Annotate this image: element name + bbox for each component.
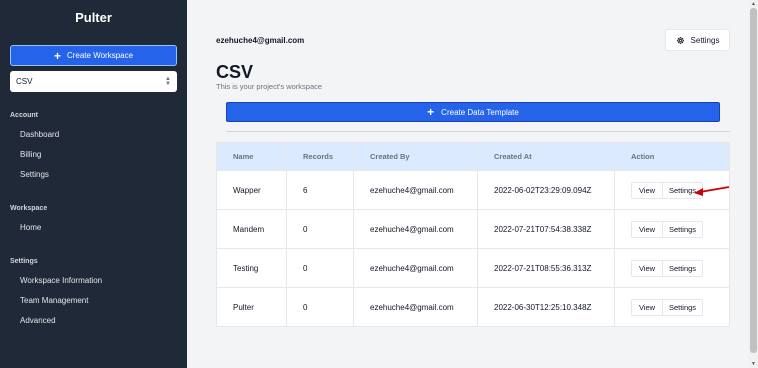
create-workspace-button[interactable]: + Create Workspace [10, 45, 177, 66]
view-button[interactable]: View [631, 298, 663, 316]
cell-created-by: ezehuche4@gmail.com [353, 170, 478, 210]
table-header-row: Name Records Created By Created At Actio… [216, 142, 730, 171]
column-header-name: Name [216, 142, 287, 171]
select-updown-icon: ▲ ▼ [165, 75, 171, 87]
cell-created-by: ezehuche4@gmail.com [353, 248, 478, 288]
view-button[interactable]: View [631, 181, 663, 199]
scroll-up-icon[interactable]: ▲ [749, 0, 758, 8]
row-settings-button[interactable]: Settings [663, 220, 703, 238]
column-header-action: Action [614, 142, 730, 171]
user-email: ezehuche4@gmail.com [216, 36, 305, 45]
annotation-arrow-icon [694, 186, 730, 196]
row-settings-button[interactable]: Settings [663, 259, 703, 277]
page-title: CSV [216, 62, 254, 82]
column-header-created-by: Created By [353, 142, 478, 171]
sidebar-item-dashboard[interactable]: Dashboard [20, 130, 59, 139]
create-data-template-label: Create Data Template [441, 107, 519, 117]
cell-created-at: 2022-06-02T23:29:09.094Z [477, 170, 615, 210]
gear-icon [676, 36, 684, 44]
row-settings-button[interactable]: Settings [663, 298, 703, 316]
cell-name: Testing [216, 248, 287, 288]
cell-name: Wapper [216, 170, 287, 210]
settings-button[interactable]: Settings [665, 29, 730, 51]
column-header-created-at: Created At [477, 142, 615, 171]
settings-button-label: Settings [690, 35, 720, 45]
cell-name: Mandem [216, 209, 287, 249]
sidebar-item-team-management[interactable]: Team Management [20, 296, 88, 305]
sidebar-item-billing[interactable]: Billing [20, 150, 41, 159]
view-button[interactable]: View [631, 220, 663, 238]
cell-name: Pulter [216, 287, 287, 327]
workspace-select[interactable]: CSV ▲ ▼ [10, 71, 177, 92]
plus-icon: + [53, 48, 61, 63]
sidebar-section-account: Account [10, 112, 38, 119]
page-subtitle: This is your project's workspace [216, 82, 323, 91]
cell-records: 0 [286, 287, 354, 327]
sidebar-item-account-settings[interactable]: Settings [20, 170, 49, 179]
create-data-template-button[interactable]: + Create Data Template [226, 102, 720, 122]
table-row: Mandem 0 ezehuche4@gmail.com 2022-07-21T… [216, 209, 730, 249]
cell-action: View Settings [614, 248, 730, 288]
data-templates-table: Name Records Created By Created At Actio… [216, 142, 730, 327]
cell-created-at: 2022-07-21T07:54:38.338Z [477, 209, 615, 249]
brand-logo: Pulter [75, 10, 112, 25]
sidebar-section-settings: Settings [10, 258, 38, 265]
divider [226, 131, 730, 132]
cell-created-at: 2022-06-30T12:25:10.348Z [477, 287, 615, 327]
column-header-records: Records [286, 142, 354, 171]
scroll-down-icon[interactable]: ▼ [749, 360, 758, 368]
sidebar-section-workspace: Workspace [10, 205, 48, 212]
cell-records: 0 [286, 209, 354, 249]
sidebar: Pulter + Create Workspace CSV ▲ ▼ Account… [0, 0, 187, 368]
scrollbar[interactable]: ▲ ▼ [749, 0, 758, 368]
sidebar-item-workspace-information[interactable]: Workspace Information [20, 276, 102, 285]
sidebar-item-home[interactable]: Home [20, 223, 41, 232]
view-button[interactable]: View [631, 259, 663, 277]
workspace-select-value: CSV [16, 77, 33, 86]
cell-action: View Settings [614, 287, 730, 327]
cell-records: 0 [286, 248, 354, 288]
table-row: Testing 0 ezehuche4@gmail.com 2022-07-21… [216, 248, 730, 288]
plus-icon: + [427, 105, 435, 119]
create-workspace-label: Create Workspace [66, 51, 134, 60]
cell-created-by: ezehuche4@gmail.com [353, 209, 478, 249]
sidebar-item-advanced[interactable]: Advanced [20, 316, 56, 325]
table-row: Pulter 0 ezehuche4@gmail.com 2022-06-30T… [216, 287, 730, 327]
main-content: ezehuche4@gmail.com Settings CSV This is… [187, 0, 749, 368]
cell-created-at: 2022-07-21T08:55:36.313Z [477, 248, 615, 288]
table-row: Wapper 6 ezehuche4@gmail.com 2022-06-02T… [216, 170, 730, 210]
cell-created-by: ezehuche4@gmail.com [353, 287, 478, 327]
cell-action: View Settings [614, 209, 730, 249]
cell-records: 6 [286, 170, 354, 210]
scroll-thumb[interactable] [750, 8, 757, 353]
